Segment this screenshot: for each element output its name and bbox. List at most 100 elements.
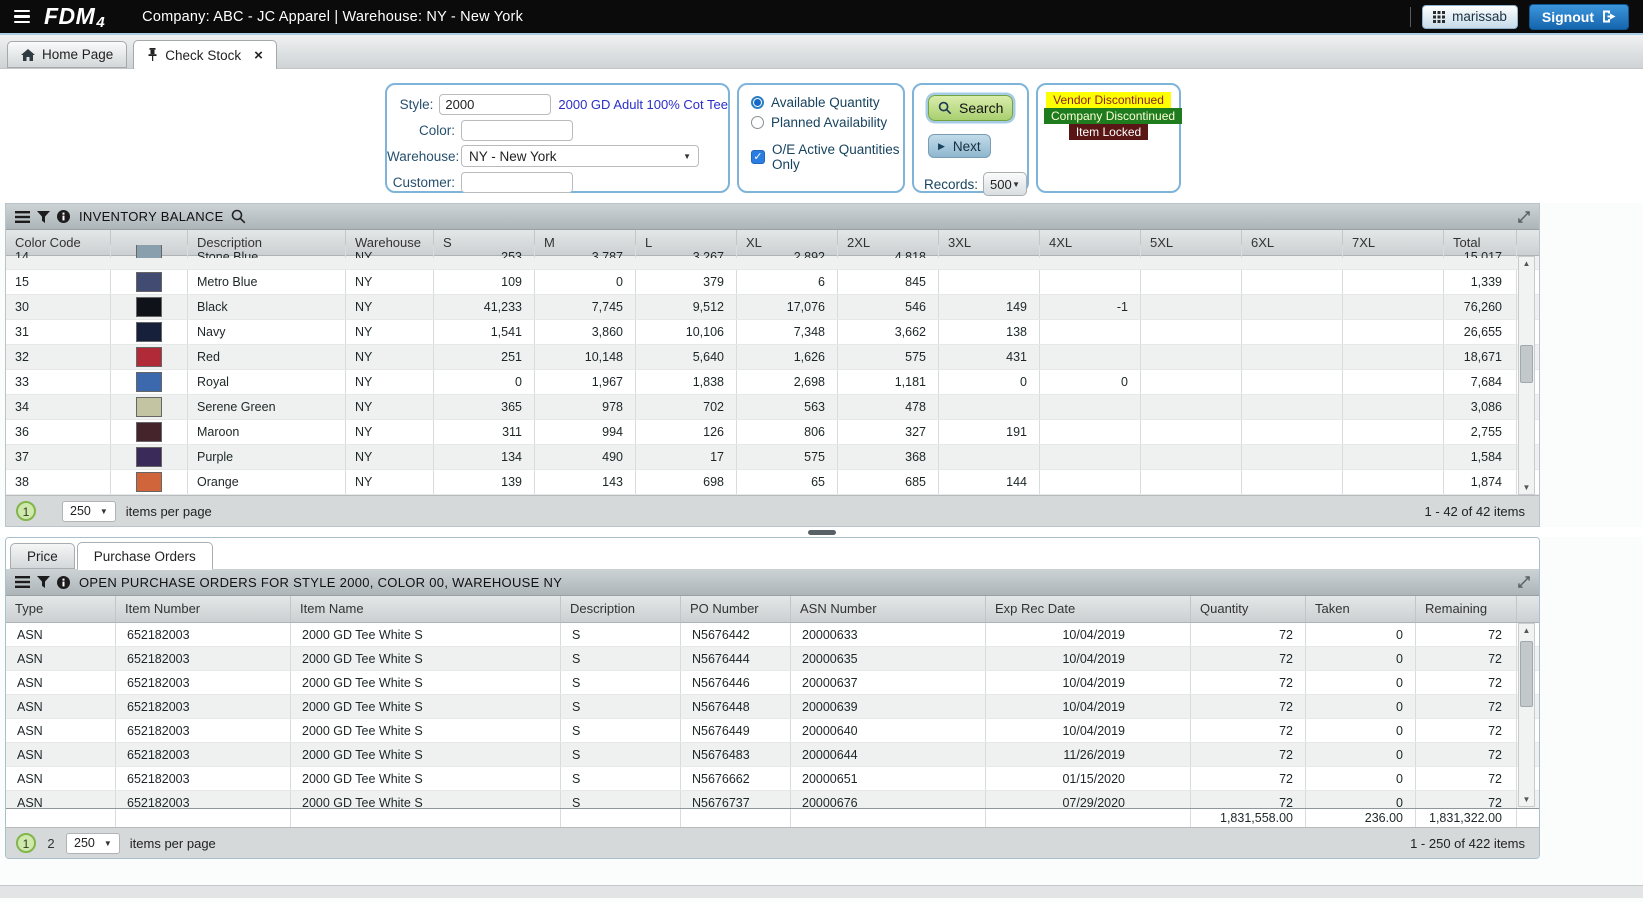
main-tab-bar: Home Page Check Stock × xyxy=(0,33,1643,69)
tab-price[interactable]: Price xyxy=(10,543,75,569)
cell: 652182003 xyxy=(116,623,291,646)
tab-home-page[interactable]: Home Page xyxy=(7,41,127,68)
expand-panel-icon[interactable] xyxy=(1518,576,1530,588)
po-row[interactable]: ASN6521820032000 GD Tee White SSN5676442… xyxy=(6,623,1539,647)
scrollbar-thumb[interactable] xyxy=(1520,641,1533,707)
cell: 3,267 xyxy=(636,245,737,258)
po-scrollbar[interactable]: ▲ ▼ xyxy=(1518,623,1535,807)
tab-close-icon[interactable]: × xyxy=(254,48,263,63)
po-row[interactable]: ASN6521820032000 GD Tee White SSN5676446… xyxy=(6,671,1539,695)
column-header-quantity[interactable]: Quantity xyxy=(1191,596,1306,622)
records-select[interactable]: 500 ▼ xyxy=(983,172,1027,196)
filter-icon[interactable] xyxy=(37,576,50,588)
radio-icon[interactable] xyxy=(751,116,764,129)
customer-input[interactable] xyxy=(461,172,573,193)
inventory-rows: 14Stone BlueNY2533,7873,2672,8924,81815,… xyxy=(6,256,1539,495)
inventory-row[interactable]: 37PurpleNY134490175753681,584 xyxy=(6,445,1539,470)
info-icon[interactable] xyxy=(57,210,70,223)
items-per-page-select[interactable]: 250 ▼ xyxy=(62,501,116,522)
inventory-row[interactable]: 30BlackNY41,2337,7459,51217,076546149-17… xyxy=(6,295,1539,320)
warehouse-value: NY - New York xyxy=(469,149,557,164)
search-button[interactable]: Search xyxy=(928,95,1013,121)
page-2-button[interactable]: 2 xyxy=(46,836,56,851)
cell: 652182003 xyxy=(116,671,291,694)
company-warehouse-text: Company: ABC - JC Apparel | Warehouse: N… xyxy=(142,9,523,25)
inventory-row[interactable]: 14Stone BlueNY2533,7873,2672,8924,81815,… xyxy=(6,256,1539,270)
splitter-handle[interactable] xyxy=(808,530,836,535)
column-header-remaining[interactable]: Remaining xyxy=(1416,596,1517,622)
scroll-up-icon[interactable]: ▲ xyxy=(1519,624,1534,637)
column-header-exp-rec-date[interactable]: Exp Rec Date xyxy=(986,596,1191,622)
planned-availability-option[interactable]: Planned Availability xyxy=(751,115,903,130)
signout-button[interactable]: Signout xyxy=(1529,4,1629,30)
inventory-row[interactable]: 15Metro BlueNY109037968451,339 xyxy=(6,270,1539,295)
filter-icon[interactable] xyxy=(37,211,50,223)
user-menu-button[interactable]: marissab xyxy=(1422,5,1518,29)
po-row[interactable]: ASN6521820032000 GD Tee White SSN5676737… xyxy=(6,791,1539,808)
style-input[interactable] xyxy=(439,94,551,115)
cell: 368 xyxy=(838,445,939,469)
grid-menu-icon[interactable] xyxy=(15,211,30,223)
cell: 2000 GD Tee White S xyxy=(291,695,561,718)
inventory-row[interactable]: 34Serene GreenNY3659787025634783,086 xyxy=(6,395,1539,420)
cell: 72 xyxy=(1191,791,1306,808)
magnifier-icon[interactable] xyxy=(231,209,246,224)
inventory-row[interactable]: 31NavyNY1,5413,86010,1067,3483,66213826,… xyxy=(6,320,1539,345)
column-header-asn-number[interactable]: ASN Number xyxy=(791,596,986,622)
scrollbar-thumb[interactable] xyxy=(1520,345,1533,383)
column-header-type[interactable]: Type xyxy=(6,596,116,622)
inventory-row[interactable]: 36MaroonNY3119941268063271912,755 xyxy=(6,420,1539,445)
pin-icon xyxy=(147,48,158,62)
quantity-options-panel: Available Quantity Planned Availability … xyxy=(737,83,905,193)
next-button[interactable]: ▶ Next xyxy=(928,134,991,158)
column-header-taken[interactable]: Taken xyxy=(1306,596,1416,622)
tab-purchase-orders[interactable]: Purchase Orders xyxy=(77,542,213,570)
oe-active-option[interactable]: ✓ O/E Active Quantities Only xyxy=(751,142,903,172)
cell: 20000635 xyxy=(791,647,986,670)
inventory-row[interactable]: 33RoyalNY01,9671,8382,6981,181007,684 xyxy=(6,370,1539,395)
info-icon[interactable] xyxy=(57,576,70,589)
column-header-po-number[interactable]: PO Number xyxy=(681,596,791,622)
cell: 20000633 xyxy=(791,623,986,646)
available-quantity-option[interactable]: Available Quantity xyxy=(751,95,903,110)
cell: Serene Green xyxy=(188,395,346,419)
cell: Metro Blue xyxy=(188,270,346,294)
warehouse-select[interactable]: NY - New York ▼ xyxy=(461,145,699,167)
po-row[interactable]: ASN6521820032000 GD Tee White SSN5676483… xyxy=(6,743,1539,767)
hamburger-menu-icon[interactable] xyxy=(14,10,30,24)
cell: NY xyxy=(346,270,434,294)
cell xyxy=(1141,270,1242,294)
scroll-down-icon[interactable]: ▼ xyxy=(1519,481,1534,494)
grid-menu-icon[interactable] xyxy=(15,576,30,588)
page-1-button[interactable]: 1 xyxy=(16,501,36,521)
cell xyxy=(1040,470,1141,494)
cell: ASN xyxy=(6,623,116,646)
column-header-description[interactable]: Description xyxy=(561,596,681,622)
style-description-link[interactable]: 2000 GD Adult 100% Cot Tee xyxy=(558,97,728,112)
fdm4-logo[interactable]: FDM4 xyxy=(44,3,104,30)
column-header-item-name[interactable]: Item Name xyxy=(291,596,561,622)
page-1-button[interactable]: 1 xyxy=(16,833,36,853)
po-row[interactable]: ASN6521820032000 GD Tee White SSN5676444… xyxy=(6,647,1539,671)
cell: 994 xyxy=(535,420,636,444)
column-header-item-number[interactable]: Item Number xyxy=(116,596,291,622)
inventory-row[interactable]: 38OrangeNY139143698656851441,874 xyxy=(6,470,1539,495)
po-row[interactable]: ASN6521820032000 GD Tee White SSN5676448… xyxy=(6,695,1539,719)
inventory-scrollbar[interactable]: ▲ ▼ xyxy=(1518,256,1535,495)
tab-check-stock[interactable]: Check Stock × xyxy=(133,40,277,69)
inventory-row[interactable]: 32RedNY25110,1485,6401,62657543118,671 xyxy=(6,345,1539,370)
cell: 0 xyxy=(1306,695,1416,718)
color-swatch xyxy=(136,447,162,467)
cell: 10/04/2019 xyxy=(986,647,1191,670)
expand-panel-icon[interactable] xyxy=(1518,211,1530,223)
po-row[interactable]: ASN6521820032000 GD Tee White SSN5676449… xyxy=(6,719,1539,743)
scroll-down-icon[interactable]: ▼ xyxy=(1519,793,1534,806)
items-per-page-label: items per page xyxy=(130,836,216,851)
radio-selected-icon[interactable] xyxy=(751,96,764,109)
scroll-up-icon[interactable]: ▲ xyxy=(1519,257,1534,270)
cell xyxy=(1343,345,1444,369)
color-input[interactable] xyxy=(461,120,573,141)
items-per-page-select[interactable]: 250 ▼ xyxy=(66,833,120,854)
checkbox-checked-icon[interactable]: ✓ xyxy=(751,150,765,164)
po-row[interactable]: ASN6521820032000 GD Tee White SSN5676662… xyxy=(6,767,1539,791)
